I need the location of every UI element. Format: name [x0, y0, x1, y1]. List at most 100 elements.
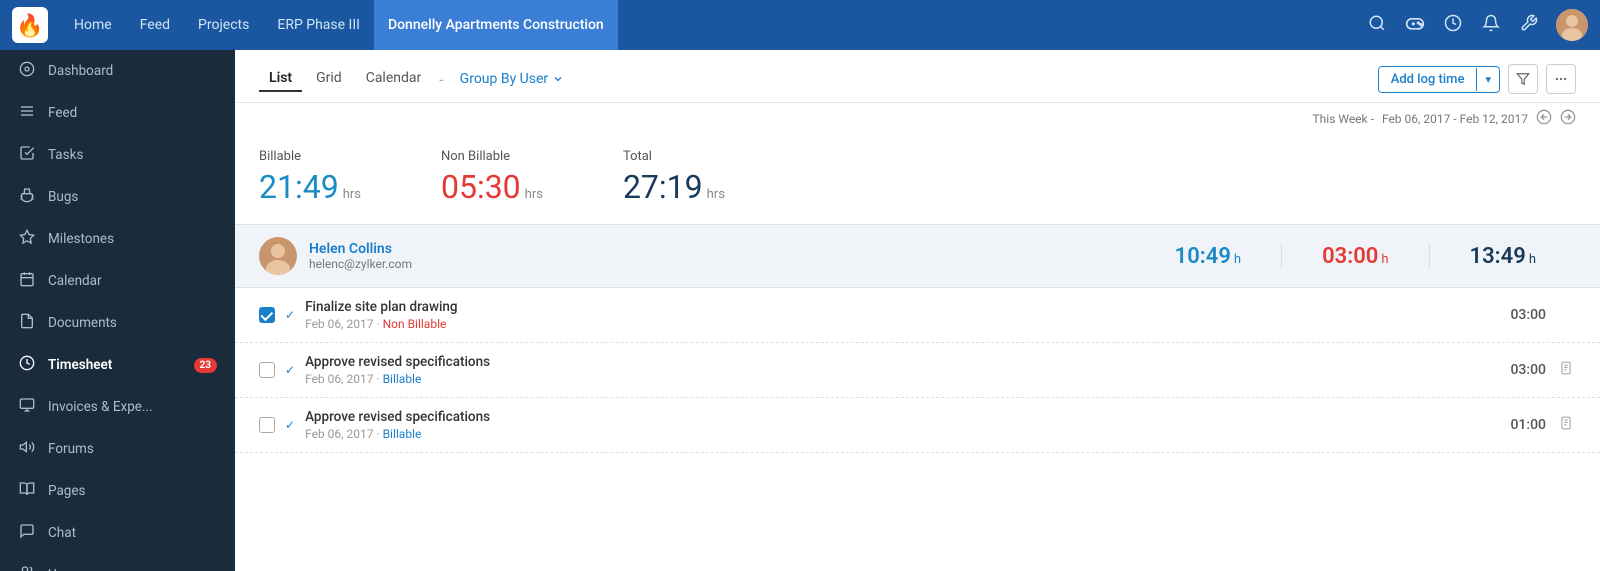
time-summary: Billable 21:49 hrs Non Billable 05:30 hr… [235, 135, 1600, 224]
task-checkbox-2[interactable] [259, 362, 275, 378]
top-nav-links: Home Feed Projects ERP Phase III Donnell… [60, 0, 1366, 50]
sidebar-item-tasks[interactable]: Tasks [0, 134, 235, 176]
sidebar-item-forums[interactable]: Forums [0, 428, 235, 470]
toolbar: List Grid Calendar - Group By User Add l… [235, 50, 1600, 103]
app-logo[interactable]: 🔥 [12, 7, 48, 43]
billable-unit: hrs [343, 187, 361, 202]
date-range-value: Feb 06, 2017 - Feb 12, 2017 [1382, 112, 1528, 126]
user-group-name[interactable]: Helen Collins [309, 241, 1135, 257]
nav-erp[interactable]: ERP Phase III [263, 0, 374, 50]
sidebar-item-dashboard[interactable]: Dashboard [0, 50, 235, 92]
task-name-3[interactable]: Approve revised specifications [305, 409, 1476, 425]
calendar-icon [18, 271, 36, 291]
tab-calendar[interactable]: Calendar [356, 66, 432, 92]
non-billable-value: 05:30 hrs [441, 168, 543, 206]
task-meta-3: Feb 06, 2017 · Billable [305, 427, 1476, 441]
nav-home[interactable]: Home [60, 0, 126, 50]
prev-week-button[interactable] [1536, 109, 1552, 129]
task-checkbox-3[interactable] [259, 417, 275, 433]
main-layout: Dashboard Feed Tasks Bugs Milestones [0, 50, 1600, 571]
task-row: ✓ Approve revised specifications Feb 06,… [235, 398, 1600, 453]
task-check-icon-1: ✓ [285, 308, 295, 322]
gamepad-icon[interactable] [1404, 15, 1426, 36]
search-icon[interactable] [1366, 14, 1388, 37]
invoices-icon [18, 397, 36, 417]
clock-icon[interactable] [1442, 14, 1464, 37]
task-row: ✓ Approve revised specifications Feb 06,… [235, 343, 1600, 398]
tab-grid[interactable]: Grid [306, 66, 352, 92]
group-by-button[interactable]: Group By User [452, 67, 572, 91]
sidebar: Dashboard Feed Tasks Bugs Milestones [0, 50, 235, 571]
forums-icon [18, 439, 36, 459]
pages-icon [18, 481, 36, 501]
task-time-3: 01:00 [1486, 417, 1546, 433]
total-unit: hrs [707, 187, 725, 202]
add-log-time-button[interactable]: Add log time ▾ [1378, 66, 1500, 93]
chat-icon [18, 523, 36, 543]
date-range-prefix: This Week - [1313, 112, 1374, 126]
more-options-button[interactable] [1546, 64, 1576, 94]
next-week-button[interactable] [1560, 109, 1576, 129]
total-value: 27:19 hrs [623, 168, 725, 206]
tab-list[interactable]: List [259, 66, 302, 92]
user-avatar-nav[interactable] [1556, 9, 1588, 41]
task-time-2: 03:00 [1486, 362, 1546, 378]
toolbar-actions: Add log time ▾ [1378, 64, 1576, 94]
task-name-1[interactable]: Finalize site plan drawing [305, 299, 1476, 315]
nav-feed[interactable]: Feed [126, 0, 184, 50]
user-group-info: Helen Collins helenc@zylker.com [309, 241, 1135, 271]
user-group-row: Helen Collins helenc@zylker.com 10:49h 0… [235, 224, 1600, 288]
milestones-icon [18, 229, 36, 249]
sidebar-item-documents[interactable]: Documents [0, 302, 235, 344]
sidebar-item-pages[interactable]: Pages [0, 470, 235, 512]
task-check-icon-3: ✓ [285, 418, 295, 432]
add-log-dropdown-arrow[interactable]: ▾ [1476, 68, 1499, 91]
sidebar-item-calendar[interactable]: Calendar [0, 260, 235, 302]
users-icon [18, 565, 36, 571]
task-billable-tag-1[interactable]: Non Billable [383, 317, 447, 331]
content-area: List Grid Calendar - Group By User Add l… [235, 50, 1600, 571]
add-log-label[interactable]: Add log time [1379, 67, 1477, 92]
task-checkbox-1[interactable] [259, 307, 275, 323]
user-total-time: 13:49h [1430, 244, 1576, 269]
non-billable-summary: Non Billable 05:30 hrs [441, 149, 543, 206]
user-group-avatar [259, 237, 297, 275]
total-summary: Total 27:19 hrs [623, 149, 725, 206]
billable-value: 21:49 hrs [259, 168, 361, 206]
view-tabs: List Grid Calendar - Group By User [259, 66, 1378, 92]
user-billable-time: 10:49h [1135, 244, 1282, 269]
sidebar-item-chat[interactable]: Chat [0, 512, 235, 554]
task-billable-tag-3[interactable]: Billable [383, 427, 422, 441]
nav-projects[interactable]: Projects [184, 0, 263, 50]
task-time-1: 03:00 [1486, 307, 1546, 323]
task-info-3: Approve revised specifications Feb 06, 2… [305, 409, 1476, 441]
user-group-times: 10:49h 03:00h 13:49h [1135, 244, 1576, 269]
sidebar-item-users[interactable]: Users [0, 554, 235, 571]
nav-current-project[interactable]: Donnelly Apartments Construction [374, 0, 618, 50]
task-name-2[interactable]: Approve revised specifications [305, 354, 1476, 370]
feed-icon [18, 103, 36, 123]
task-action-icon-3[interactable] [1556, 416, 1576, 434]
non-billable-unit: hrs [525, 187, 543, 202]
task-info-1: Finalize site plan drawing Feb 06, 2017 … [305, 299, 1476, 331]
sidebar-item-milestones[interactable]: Milestones [0, 218, 235, 260]
task-check-icon-2: ✓ [285, 363, 295, 377]
task-info-2: Approve revised specifications Feb 06, 2… [305, 354, 1476, 386]
sidebar-item-timesheet[interactable]: Timesheet 23 [0, 344, 235, 386]
wrench-icon[interactable] [1518, 14, 1540, 37]
billable-summary: Billable 21:49 hrs [259, 149, 361, 206]
tab-separator: - [439, 70, 443, 89]
sidebar-item-bugs[interactable]: Bugs [0, 176, 235, 218]
sidebar-item-feed[interactable]: Feed [0, 92, 235, 134]
chevron-down-icon [552, 73, 564, 85]
task-billable-tag-2[interactable]: Billable [383, 372, 422, 386]
svg-text:🔥: 🔥 [16, 13, 43, 39]
task-meta-2: Feb 06, 2017 · Billable [305, 372, 1476, 386]
total-label: Total [623, 149, 725, 164]
filter-icon [1516, 72, 1530, 86]
task-action-icon-2[interactable] [1556, 361, 1576, 379]
tasks-icon [18, 145, 36, 165]
filter-button[interactable] [1508, 64, 1538, 94]
bell-icon[interactable] [1480, 14, 1502, 37]
sidebar-item-invoices[interactable]: Invoices & Expe... [0, 386, 235, 428]
